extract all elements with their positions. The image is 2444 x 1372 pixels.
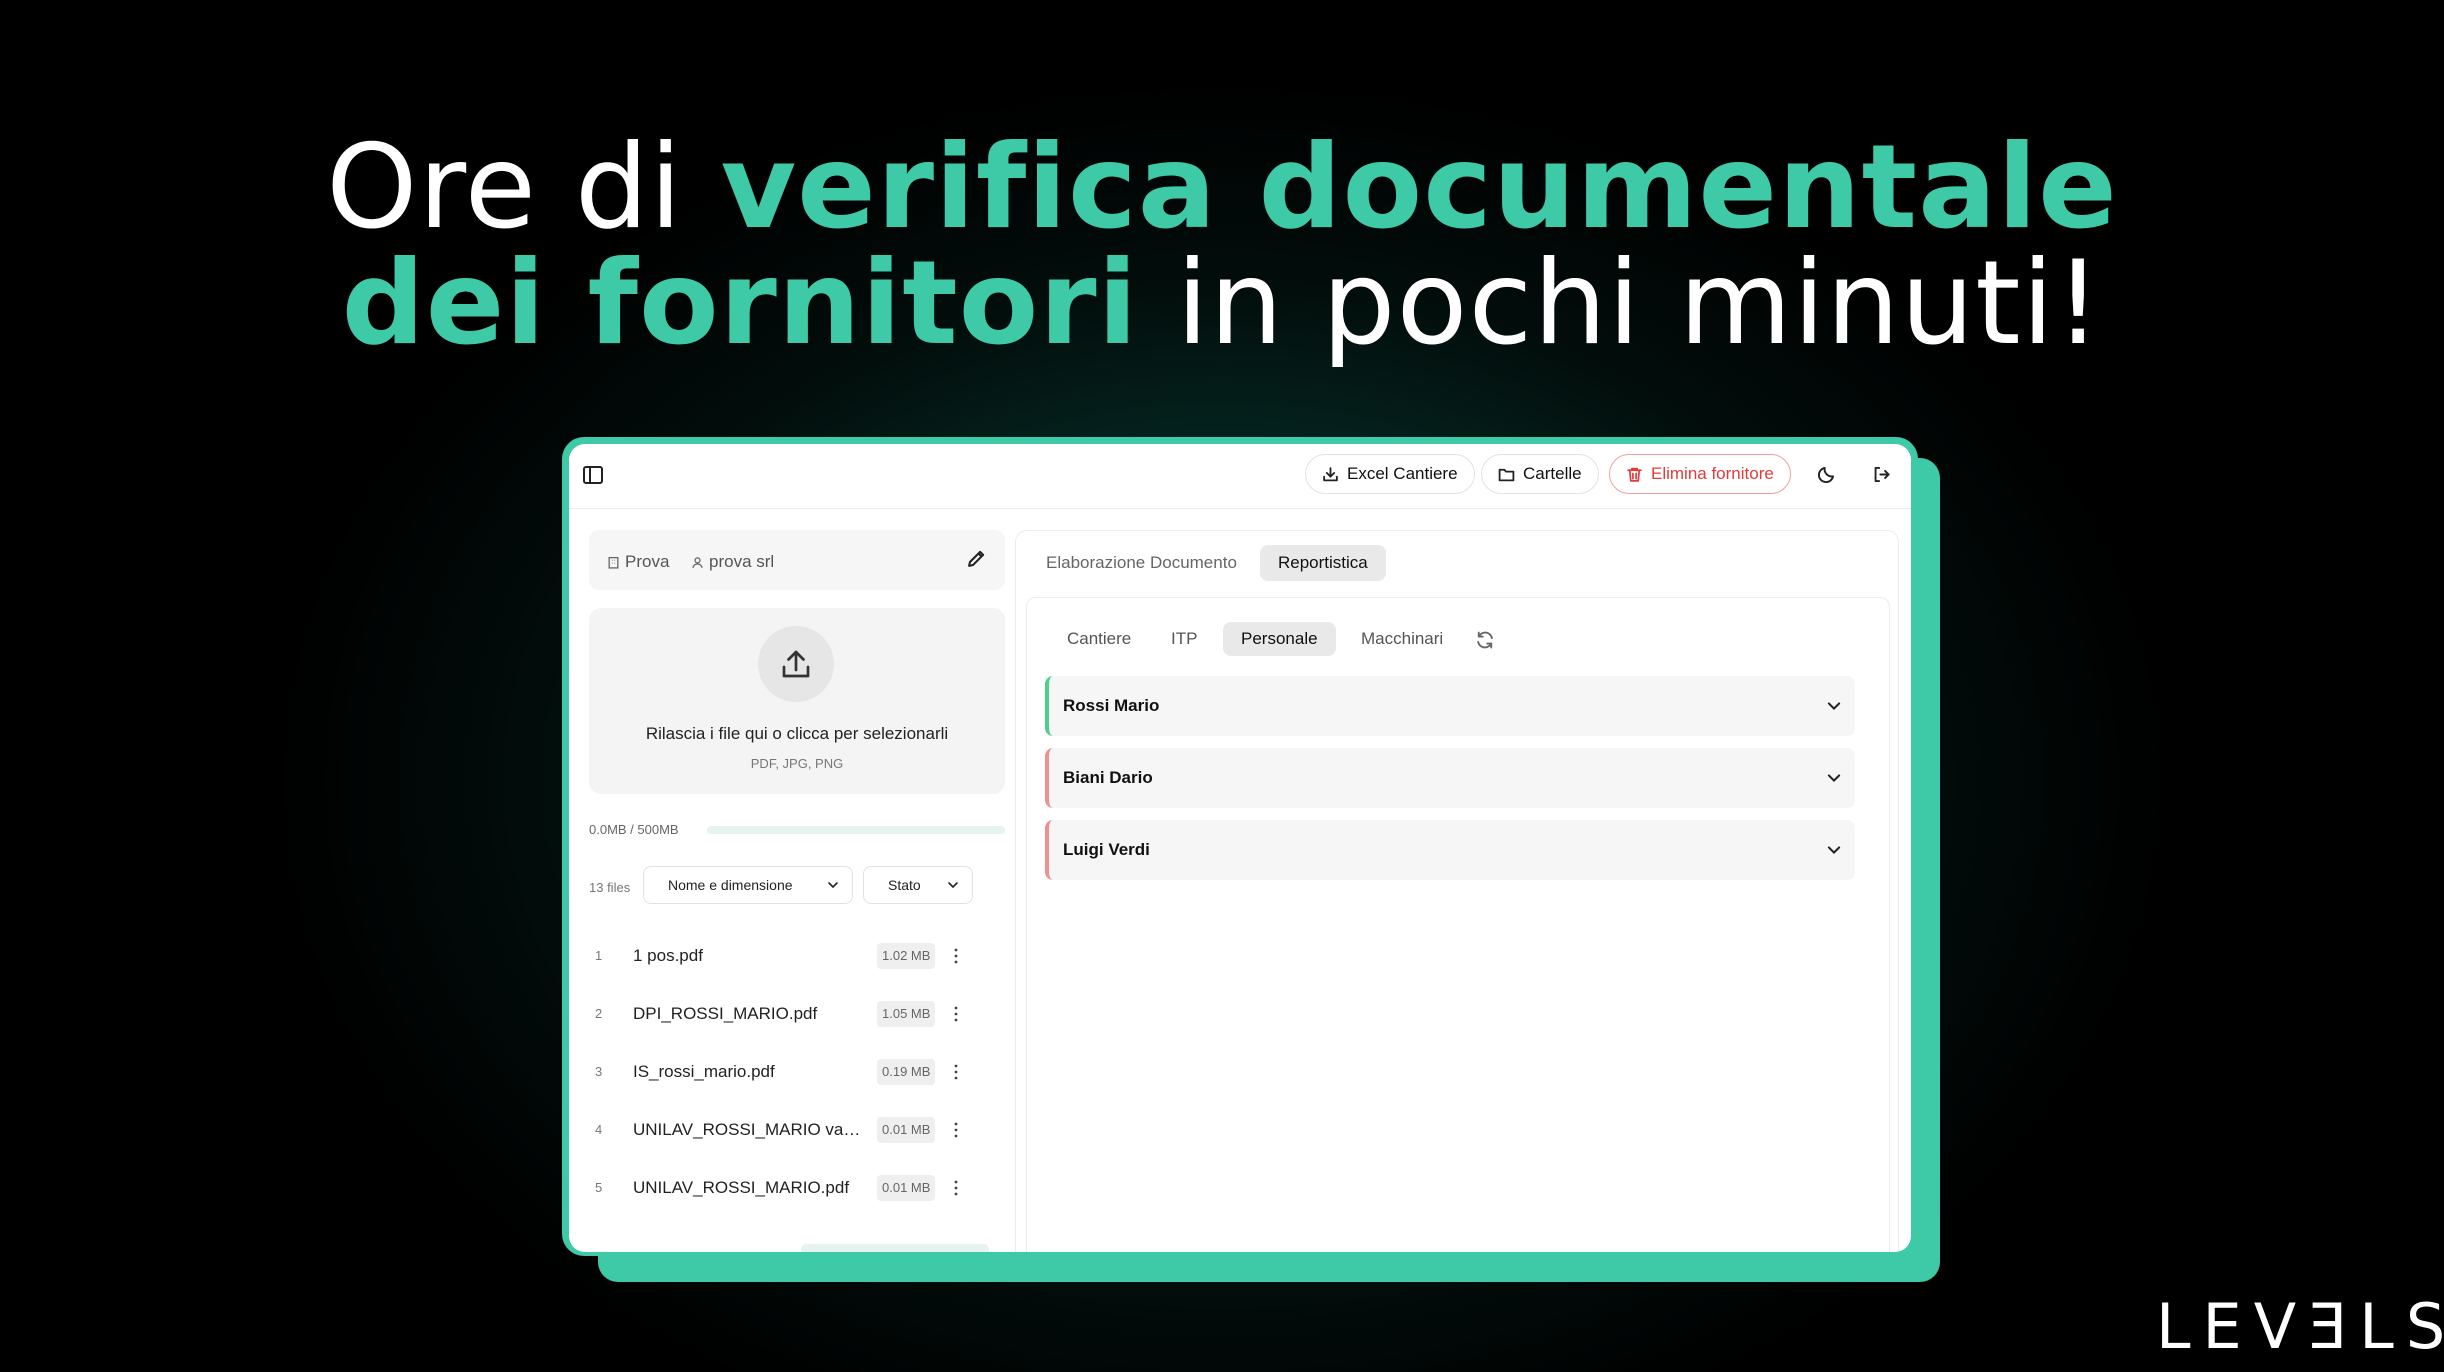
headline-line-2: dei fornitori in pochi minuti! [341,236,2103,371]
upload-icon [782,650,810,678]
chevron-down-icon [1827,774,1841,783]
download-icon [1323,466,1338,481]
excel-cantiere-button[interactable]: Excel Cantiere [1305,454,1475,494]
person-name: Biani Dario [1063,768,1153,787]
logout-icon [1874,466,1890,482]
app-window: Excel Cantiere Cartelle Elimina fornitor… [569,444,1911,1252]
file-size: 0.01 MB [877,1175,936,1201]
right-panel: Elaborazione Documento Reportistica Cant… [1015,530,1899,1252]
chevron-down-icon [1827,702,1841,711]
scroll-indicator [801,1244,989,1252]
person-row[interactable]: Rossi Mario [1045,676,1855,736]
levels-logo: LEVƎLS [2156,1290,2444,1363]
report-panel: Cantiere ITP Personale Macchinari Rossi … [1026,597,1890,1252]
person-row[interactable]: Biani Dario [1045,748,1855,808]
tab-elaborazione-documento[interactable]: Elaborazione Documento [1028,545,1255,581]
subtab-personale[interactable]: Personale [1223,622,1336,656]
file-row[interactable]: 4 UNILAV_ROSSI_MARIO valid… 0.01 MB [589,1102,1005,1160]
file-dropzone[interactable]: Rilascia i file qui o clicca per selezio… [589,608,1005,794]
storage-progress-bar [707,826,1005,834]
sidebar-toggle-icon[interactable] [583,466,603,484]
chevron-down-icon [1827,846,1841,855]
person-name: Luigi Verdi [1063,840,1150,859]
dropzone-formats: PDF, JPG, PNG [750,756,844,771]
file-name: IS_rossi_mario.pdf [633,1062,775,1081]
file-row[interactable]: 1 1 pos.pdf 1.02 MB [589,928,1005,986]
user-icon [692,556,703,568]
headline-line-1: Ore di verifica documentale [326,120,2118,255]
file-row[interactable]: 2 DPI_ROSSI_MARIO.pdf 1.05 MB [589,986,1005,1044]
breadcrumb: Prova prova srl [589,530,1005,590]
more-vertical-icon[interactable] [951,1062,961,1082]
file-row[interactable]: 3 IS_rossi_mario.pdf 0.19 MB [589,1044,1005,1102]
top-bar: Excel Cantiere Cartelle Elimina fornitor… [569,444,1911,509]
more-vertical-icon[interactable] [951,1004,961,1024]
file-name: DPI_ROSSI_MARIO.pdf [633,1004,818,1023]
cartelle-button[interactable]: Cartelle [1481,454,1599,494]
person-row[interactable]: Luigi Verdi [1045,820,1855,880]
file-size: 1.05 MB [877,1001,936,1027]
subtab-macchinari[interactable]: Macchinari [1343,622,1461,656]
file-size: 1.02 MB [877,943,936,969]
headline: Ore di verifica documentale dei fornitor… [0,130,2444,362]
file-size: 0.19 MB [877,1059,936,1085]
file-row[interactable]: 5 UNILAV_ROSSI_MARIO.pdf 0.01 MB [589,1160,1005,1218]
status-select[interactable]: Stato [863,866,973,904]
subtab-cantiere[interactable]: Cantiere [1049,622,1149,656]
breadcrumb-project[interactable]: Prova [607,552,669,572]
trash-icon [1627,467,1642,482]
dropzone-title: Rilascia i file qui o clicca per selezio… [645,724,949,743]
theme-toggle-button[interactable] [1806,454,1846,494]
breadcrumb-supplier[interactable]: prova srl [691,552,774,572]
file-name: 1 pos.pdf [633,946,703,965]
storage-quota: 0.0MB / 500MB [589,822,679,837]
sort-select[interactable]: Nome e dimensione [643,866,853,904]
elimina-fornitore-button[interactable]: Elimina fornitore [1609,454,1791,494]
tab-reportistica[interactable]: Reportistica [1260,545,1386,581]
file-count: 13 files [589,880,631,895]
folder-icon [1498,468,1515,481]
subtab-itp[interactable]: ITP [1153,622,1215,656]
person-name: Rossi Mario [1063,696,1160,715]
more-vertical-icon[interactable] [951,1120,961,1140]
file-list: 1 1 pos.pdf 1.02 MB 2 DPI_ROSSI_MARIO.pd… [589,928,1005,1218]
logout-button[interactable] [1861,454,1901,494]
refresh-icon[interactable] [1475,630,1495,650]
chevron-down-icon [828,882,838,889]
left-panel: Prova prova srl Rilascia i file qui o cl… [579,508,1005,1252]
upload-button[interactable] [758,626,834,702]
file-name: UNILAV_ROSSI_MARIO valid… [633,1120,863,1139]
moon-icon [1817,466,1834,483]
file-name: UNILAV_ROSSI_MARIO.pdf [633,1178,850,1197]
file-size: 0.01 MB [877,1117,936,1143]
pencil-icon[interactable] [965,548,987,570]
more-vertical-icon[interactable] [951,946,961,966]
more-vertical-icon[interactable] [951,1178,961,1198]
building-icon [608,556,619,569]
chevron-down-icon [948,882,958,889]
